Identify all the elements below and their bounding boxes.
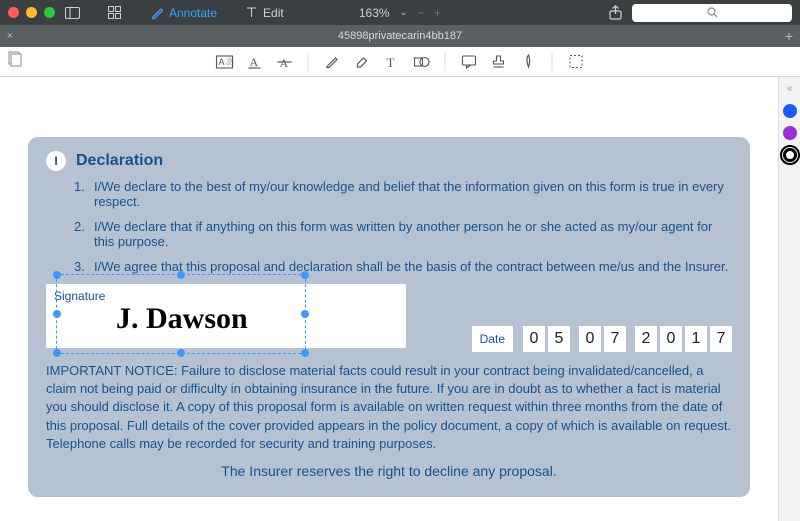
- color-rail: «: [778, 77, 800, 521]
- tab-add-button[interactable]: +: [778, 28, 800, 44]
- annotation-toolbar: Aあ A A T: [0, 47, 800, 77]
- signature-field[interactable]: Signature J. Dawson: [46, 284, 406, 348]
- text-tool-icon[interactable]: T: [383, 53, 401, 71]
- selection-tool-icon[interactable]: [567, 53, 585, 71]
- date-digit[interactable]: 0: [579, 326, 601, 352]
- date-field: Date 05072017: [472, 326, 732, 352]
- zoom-out-button[interactable]: −: [417, 6, 424, 20]
- rail-collapse-icon[interactable]: «: [787, 83, 793, 94]
- date-digit[interactable]: 0: [660, 326, 682, 352]
- date-digit[interactable]: 2: [635, 326, 657, 352]
- document-page: I Declaration 1.I/We declare to the best…: [0, 77, 778, 497]
- tab-title: 45898privatecarin4bb187: [338, 30, 462, 42]
- edit-mode-label: Edit: [263, 6, 284, 20]
- svg-text:あ: あ: [226, 57, 234, 67]
- highlight-text-icon[interactable]: Aあ: [216, 53, 234, 71]
- window-controls: [8, 7, 55, 18]
- annotate-mode-button[interactable]: Annotate: [151, 6, 217, 20]
- date-digit[interactable]: 7: [710, 326, 732, 352]
- window-zoom-button[interactable]: [44, 7, 55, 18]
- zoom-in-button[interactable]: +: [434, 6, 441, 20]
- note-tool-icon[interactable]: [460, 53, 478, 71]
- shape-tool-icon[interactable]: [413, 53, 431, 71]
- svg-text:T: T: [387, 55, 395, 69]
- grid-view-icon[interactable]: [108, 6, 121, 19]
- search-icon: [707, 7, 718, 18]
- section-title: Declaration: [76, 152, 163, 170]
- eraser-tool-icon[interactable]: [353, 53, 371, 71]
- window-minimize-button[interactable]: [26, 7, 37, 18]
- zoom-dropdown-icon[interactable]: ⌄: [400, 7, 408, 18]
- zoom-controls: 163% ⌄ − +: [359, 6, 441, 20]
- underline-text-icon[interactable]: A: [246, 53, 264, 71]
- signature-label: Signature: [54, 289, 105, 303]
- svg-text:A: A: [250, 55, 259, 69]
- color-swatch-blue[interactable]: [783, 104, 797, 118]
- signature-tool-icon[interactable]: [520, 53, 538, 71]
- color-swatch-black[interactable]: [783, 148, 797, 162]
- color-swatch-purple[interactable]: [783, 126, 797, 140]
- search-input[interactable]: [632, 4, 792, 22]
- tab-bar: × 45898privatecarin4bb187 +: [0, 25, 800, 47]
- declaration-item: 2.I/We declare that if anything on this …: [74, 219, 732, 249]
- important-notice: IMPORTANT NOTICE: Failure to disclose ma…: [46, 362, 732, 453]
- section-badge: I: [46, 151, 66, 171]
- zoom-value[interactable]: 163%: [359, 6, 390, 20]
- stamp-tool-icon[interactable]: [490, 53, 508, 71]
- declaration-item: 3.I/We agree that this proposal and decl…: [74, 259, 732, 274]
- window-titlebar: Annotate Edit 163% ⌄ − +: [0, 0, 800, 25]
- date-digit[interactable]: 1: [685, 326, 707, 352]
- declaration-item: 1.I/We declare to the best of my/our kno…: [74, 179, 732, 209]
- date-label: Date: [472, 326, 513, 352]
- tab-close-button[interactable]: ×: [0, 30, 20, 42]
- window-close-button[interactable]: [8, 7, 19, 18]
- svg-text:A: A: [219, 57, 225, 67]
- notice-final: The Insurer reserves the right to declin…: [46, 463, 732, 479]
- date-digit[interactable]: 7: [604, 326, 626, 352]
- signature-value: J. Dawson: [116, 302, 248, 336]
- declaration-list: 1.I/We declare to the best of my/our kno…: [74, 179, 732, 274]
- date-digit[interactable]: 0: [523, 326, 545, 352]
- document-canvas[interactable]: I Declaration 1.I/We declare to the best…: [0, 77, 778, 521]
- annotate-mode-label: Annotate: [169, 6, 217, 20]
- sidebar-toggle-icon[interactable]: [65, 7, 80, 19]
- edit-mode-button[interactable]: Edit: [245, 6, 284, 20]
- pen-tool-icon[interactable]: [323, 53, 341, 71]
- page-thumbnails-icon[interactable]: [8, 51, 24, 72]
- date-digit[interactable]: 5: [548, 326, 570, 352]
- share-icon[interactable]: [609, 5, 622, 20]
- declaration-box: I Declaration 1.I/We declare to the best…: [28, 137, 750, 497]
- strikethrough-text-icon[interactable]: A: [276, 53, 294, 71]
